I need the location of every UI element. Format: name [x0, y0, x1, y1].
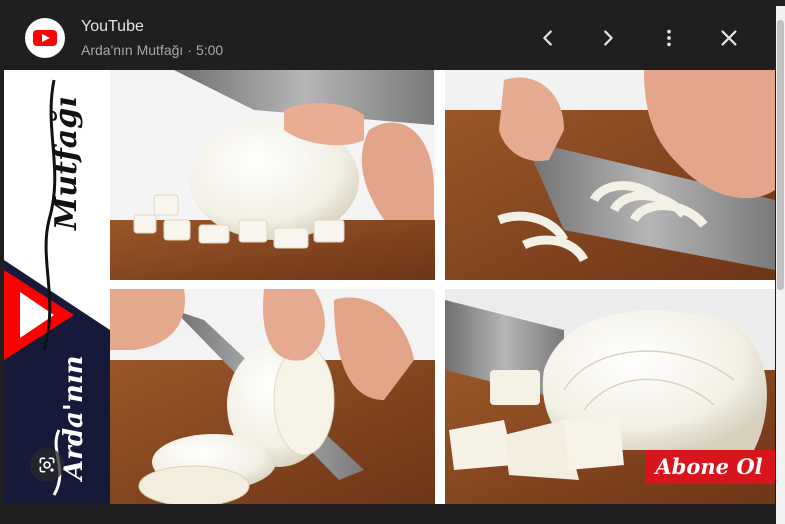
google-lens-icon: [39, 457, 55, 473]
thumbnail-collage: Mutfağı Arda'nın Abone Ol: [4, 70, 775, 504]
more-options-button[interactable]: [649, 18, 689, 58]
source-title[interactable]: YouTube: [81, 18, 144, 36]
close-icon: [721, 30, 737, 46]
bottom-strip: [4, 504, 775, 524]
chevron-right-icon: [604, 30, 613, 46]
more-vert-icon: [667, 29, 671, 47]
video-thumbnail[interactable]: Mutfağı Arda'nın Abone Ol: [4, 70, 775, 504]
photo-bottom-left: [110, 289, 435, 504]
google-lens-button[interactable]: [30, 448, 64, 482]
logo-text-mutfagi: Mutfağı: [49, 96, 84, 231]
image-preview-panel: YouTube Arda'nın Mutfağı · 5:00 Mutfağı …: [4, 6, 775, 524]
close-button[interactable]: [709, 18, 749, 58]
photo-top-right: [445, 70, 775, 280]
channel-name: Arda'nın Mutfağı: [81, 42, 184, 58]
photo-top-left: [110, 70, 435, 280]
video-duration: 5:00: [195, 42, 224, 58]
previous-button[interactable]: [528, 18, 568, 58]
preview-header: YouTube Arda'nın Mutfağı · 5:00: [4, 6, 775, 70]
next-button[interactable]: [588, 18, 628, 58]
video-meta: Arda'nın Mutfağı · 5:00: [81, 42, 223, 58]
subscribe-badge-text: Abone Ol: [653, 454, 762, 479]
scrollbar-thumb[interactable]: [777, 20, 784, 290]
meta-separator: ·: [187, 42, 192, 58]
youtube-logo-icon[interactable]: [25, 18, 65, 58]
chevron-left-icon: [543, 30, 552, 46]
